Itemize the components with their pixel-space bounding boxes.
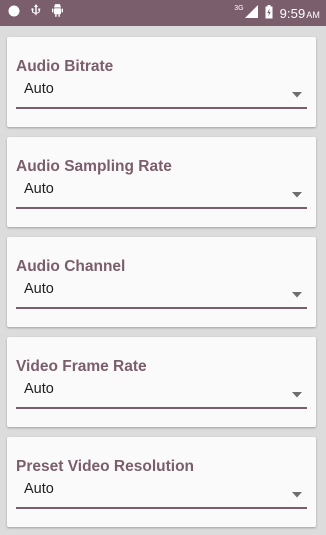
preset-video-resolution-dropdown[interactable]: Auto xyxy=(16,478,307,509)
dropdown-value: Auto xyxy=(24,181,54,197)
dropdown-underline xyxy=(16,407,307,409)
dropdown-value: Auto xyxy=(24,281,54,297)
circle-icon xyxy=(8,4,20,22)
setting-card-audio-bitrate: Audio Bitrate Auto xyxy=(7,37,316,127)
usb-icon xyxy=(31,3,41,23)
setting-card-video-frame-rate: Video Frame Rate Auto xyxy=(7,337,316,427)
clock: 9:59AM xyxy=(280,6,320,21)
audio-bitrate-dropdown[interactable]: Auto xyxy=(16,78,307,109)
setting-card-preset-video-resolution: Preset Video Resolution Auto xyxy=(7,437,316,527)
dropdown-value: Auto xyxy=(24,481,54,497)
status-bar: 3G 9:59AM xyxy=(0,0,326,26)
setting-card-audio-channel: Audio Channel Auto xyxy=(7,237,316,327)
setting-title: Preset Video Resolution xyxy=(16,458,195,475)
settings-list-background: Audio Bitrate Auto Audio Sampling Rate A… xyxy=(0,26,326,535)
dropdown-arrow-icon xyxy=(292,385,302,398)
dropdown-arrow-icon xyxy=(292,185,302,198)
dropdown-underline xyxy=(16,307,307,309)
signal-icon xyxy=(244,5,258,21)
audio-sampling-rate-dropdown[interactable]: Auto xyxy=(16,178,307,209)
settings-list[interactable]: Audio Bitrate Auto Audio Sampling Rate A… xyxy=(0,26,326,535)
status-bar-notifications xyxy=(8,3,63,23)
battery-icon xyxy=(265,4,273,22)
clock-time: 9:59 xyxy=(279,5,306,21)
dropdown-value: Auto xyxy=(24,81,54,97)
video-frame-rate-dropdown[interactable]: Auto xyxy=(16,378,307,409)
android-debug-icon xyxy=(52,3,63,22)
clock-ampm: AM xyxy=(306,9,320,20)
dropdown-underline xyxy=(16,107,307,109)
dropdown-underline xyxy=(16,507,307,509)
setting-title: Audio Sampling Rate xyxy=(16,158,172,175)
setting-title: Audio Channel xyxy=(16,258,126,275)
setting-title: Video Frame Rate xyxy=(16,358,147,375)
audio-channel-dropdown[interactable]: Auto xyxy=(16,278,307,309)
status-bar-system: 3G 9:59AM xyxy=(234,3,320,23)
dropdown-arrow-icon xyxy=(292,85,302,98)
dropdown-arrow-icon xyxy=(292,285,302,298)
dropdown-arrow-icon xyxy=(292,485,302,498)
dropdown-underline xyxy=(16,207,307,209)
setting-title: Audio Bitrate xyxy=(16,58,114,75)
setting-card-audio-sampling-rate: Audio Sampling Rate Auto xyxy=(7,137,316,227)
network-type-label: 3G xyxy=(234,4,244,12)
dropdown-value: Auto xyxy=(24,381,54,397)
